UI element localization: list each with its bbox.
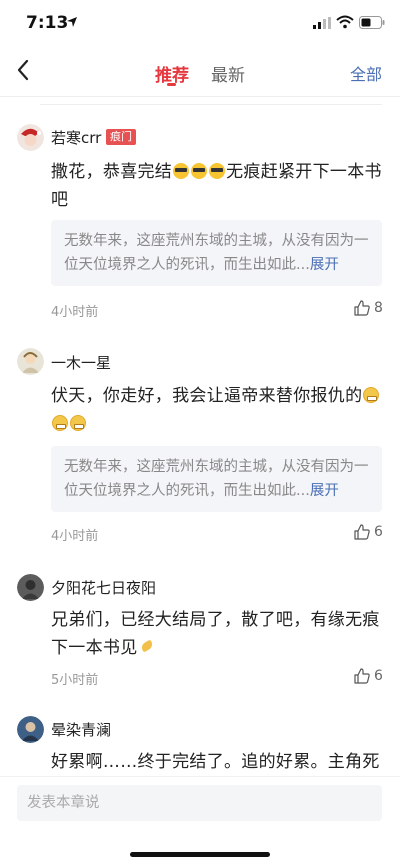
- avatar[interactable]: [17, 124, 44, 151]
- grin-emoji-icon: [363, 387, 380, 403]
- expand-link[interactable]: 展开: [310, 483, 339, 499]
- avatar[interactable]: [17, 716, 44, 743]
- timestamp: 4小时前: [51, 305, 99, 320]
- status-time: 7:13: [26, 13, 69, 33]
- expand-link[interactable]: 展开: [310, 257, 339, 273]
- username[interactable]: 晕染青澜: [51, 719, 111, 740]
- back-chevron-icon[interactable]: [12, 56, 34, 84]
- location-arrow-icon: [67, 17, 77, 27]
- comment-text: 伏天，你走好，我会让逼帝来替你报仇的: [51, 382, 385, 438]
- quoted-passage[interactable]: 无数年来，这座荒州东域的主城，从没有因为一位天位境界之人的死讯，而生出如此...…: [51, 220, 382, 286]
- signal-icon: [313, 17, 331, 29]
- comment-input-bar: 发表本章说: [0, 776, 400, 831]
- timestamp: 4小时前: [51, 529, 99, 544]
- like-button[interactable]: 6: [354, 668, 384, 686]
- comment-text: 撒花，恭喜完结 无痕赶紧开下一本书吧: [51, 162, 382, 210]
- tab-latest[interactable]: 最新: [211, 61, 245, 86]
- username[interactable]: 夕阳花七日夜阳: [51, 577, 156, 598]
- timestamp: 5小时前: [51, 673, 99, 688]
- like-count: 6: [374, 524, 383, 540]
- cool-emoji-icon: [209, 163, 226, 179]
- grin-emoji-icon: [70, 415, 86, 431]
- like-button[interactable]: 8: [354, 300, 384, 318]
- thumbs-up-icon: [354, 524, 370, 540]
- avatar[interactable]: [17, 348, 44, 375]
- home-indicator: [130, 852, 270, 857]
- like-button[interactable]: 6: [354, 524, 384, 542]
- quoted-text: 无数年来，这座荒州东域的主城，从没有因为一位天位境界之人的死讯，而生出如此...…: [64, 233, 369, 273]
- status-bar: 7:13: [0, 0, 400, 46]
- like-count: 8: [374, 300, 383, 316]
- username[interactable]: 若寒crr: [51, 127, 101, 148]
- comment-text: 好累啊……终于完结了。追的好累。主角死: [51, 752, 380, 772]
- divider: [40, 104, 382, 105]
- quoted-text: 无数年来，这座荒州东域的主城，从没有因为一位天位境界之人的死讯，而生出如此...…: [64, 459, 369, 499]
- chapter-comment-input[interactable]: 发表本章说: [17, 785, 382, 821]
- avatar[interactable]: [17, 574, 44, 601]
- wifi-icon: [336, 15, 354, 29]
- cool-emoji-icon: [191, 163, 208, 179]
- username[interactable]: 一木一星: [51, 352, 111, 373]
- thumbs-up-icon: [354, 668, 370, 684]
- comment-text: 兄弟们，已经大结局了，散了吧，有缘无痕下一本书见: [51, 610, 380, 658]
- author-badge: 痕门: [106, 129, 136, 145]
- quoted-passage[interactable]: 无数年来，这座荒州东域的主城，从没有因为一位天位境界之人的死讯，而生出如此...…: [51, 446, 382, 512]
- thumbs-up-icon: [354, 300, 370, 316]
- battery-icon: [359, 16, 385, 29]
- cool-emoji-icon: [173, 163, 190, 179]
- clap-emoji-icon: [139, 639, 155, 655]
- grin-emoji-icon: [52, 415, 68, 431]
- like-count: 6: [374, 668, 383, 684]
- active-tab-indicator: [167, 83, 176, 86]
- nav-bar: 推荐 最新 全部: [0, 46, 400, 97]
- all-comments-link[interactable]: 全部: [350, 61, 382, 85]
